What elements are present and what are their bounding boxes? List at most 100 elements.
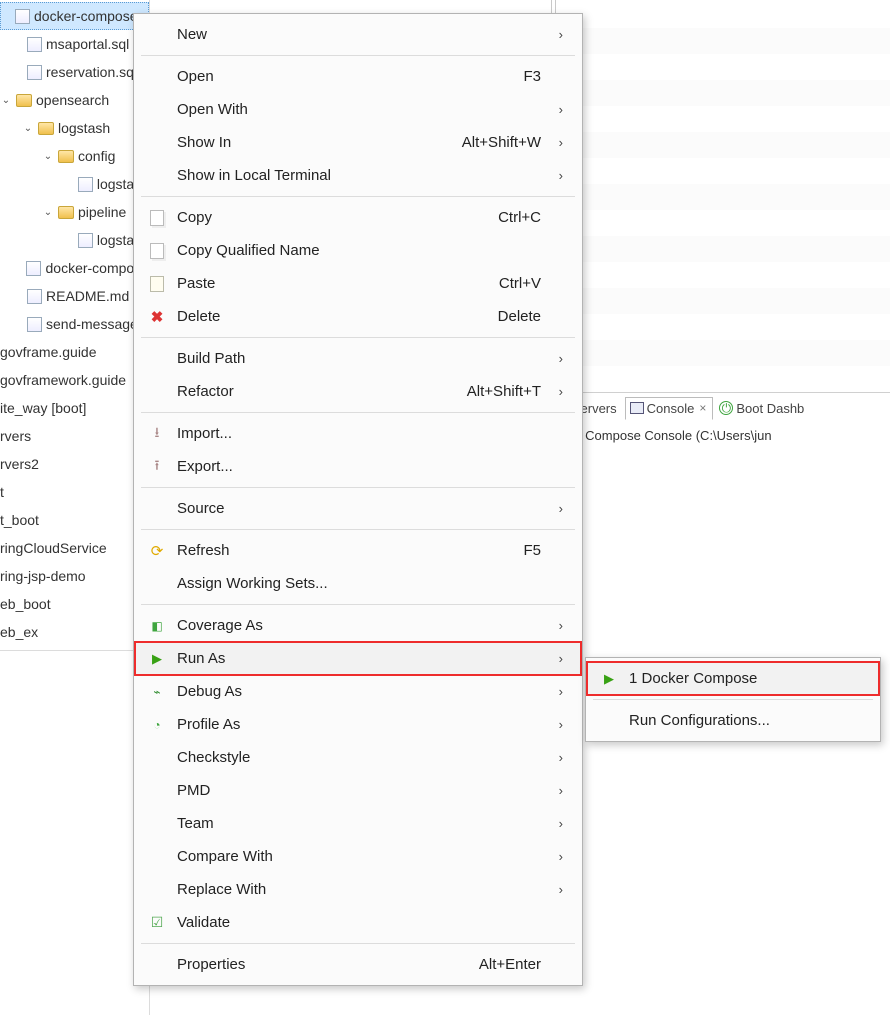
menu-item-openwith[interactable]: Open With› xyxy=(135,93,581,126)
menu-item-validate[interactable]: ☑Validate xyxy=(135,906,581,939)
tree-item[interactable]: ⌄opensearch xyxy=(0,86,149,114)
tree-item[interactable]: ⌄logstash xyxy=(0,114,149,142)
tree-item[interactable]: ⌄ pipeline xyxy=(0,198,149,226)
tree-item-label: t_boot xyxy=(0,512,39,528)
copy-icon xyxy=(147,241,167,261)
file-icon xyxy=(26,316,42,332)
run-as-submenu[interactable]: ▶1 Docker Compose Run Configurations... xyxy=(585,657,881,742)
menu-item-open[interactable]: OpenF3 xyxy=(135,60,581,93)
chevron-down-icon[interactable]: ⌄ xyxy=(0,94,12,106)
tree-item[interactable]: send-message xyxy=(0,310,149,338)
tree-item-label: pipeline xyxy=(78,204,126,220)
console-tabstrip: 🖥 ervers Console × ⏻ Boot Dashb xyxy=(551,393,890,423)
editor-lines xyxy=(551,0,890,366)
menu-item-pmd[interactable]: PMD› xyxy=(135,774,581,807)
delete-icon: ✖ xyxy=(147,307,167,327)
menu-item-import[interactable]: ⭳Import... xyxy=(135,417,581,450)
menu-item-showterm[interactable]: Show in Local Terminal› xyxy=(135,159,581,192)
chevron-right-icon: › xyxy=(551,783,563,798)
run-icon: ▶ xyxy=(599,669,619,689)
tree-item[interactable]: README.md xyxy=(0,282,149,310)
menu-item-coverage[interactable]: ◧Coverage As› xyxy=(135,609,581,642)
tree-item[interactable]: logstash xyxy=(0,170,149,198)
menu-item-label: Export... xyxy=(177,458,233,475)
menu-item-compare[interactable]: Compare With› xyxy=(135,840,581,873)
submenu-item-docker-compose-run[interactable]: ▶1 Docker Compose xyxy=(587,662,879,695)
tree-item-label: reservation.sql xyxy=(46,64,137,80)
tab-console[interactable]: Console × xyxy=(625,397,714,420)
tree-item-label: msaportal.sql xyxy=(46,36,129,52)
menu-item-label: Paste xyxy=(177,275,215,292)
menu-item-new[interactable]: New› xyxy=(135,18,581,51)
tree-item[interactable]: ⌄config xyxy=(0,142,149,170)
chevron-down-icon[interactable]: ⌄ xyxy=(22,122,34,134)
blank-icon xyxy=(147,955,167,975)
blank-icon xyxy=(147,781,167,801)
menu-item-source[interactable]: Source› xyxy=(135,492,581,525)
tree-item[interactable]: reservation.sql xyxy=(0,58,149,86)
paste-icon xyxy=(147,274,167,294)
menu-item-label: Refactor xyxy=(177,383,234,400)
tree-item-label: eb_ex xyxy=(0,624,38,640)
tree-item[interactable]: docker-compose xyxy=(0,254,149,282)
menu-item-accelerator: Ctrl+V xyxy=(499,275,541,292)
chevron-right-icon: › xyxy=(551,849,563,864)
debug-icon: ⌁ xyxy=(147,682,167,702)
blank-icon xyxy=(147,349,167,369)
tree-item-label: eb_boot xyxy=(0,596,51,612)
file-icon xyxy=(78,232,93,248)
tree-item-label: rvers xyxy=(0,428,31,444)
menu-item-replace[interactable]: Replace With› xyxy=(135,873,581,906)
tree-item[interactable]: t xyxy=(0,478,149,506)
tree-item[interactable]: govframe.guide xyxy=(0,338,149,366)
menu-item-accelerator: Delete xyxy=(498,308,541,325)
chevron-down-icon[interactable]: ⌄ xyxy=(42,206,54,218)
menu-item-properties[interactable]: PropertiesAlt+Enter xyxy=(135,948,581,981)
chevron-right-icon: › xyxy=(551,750,563,765)
menu-item-debugas[interactable]: ⌁Debug As› xyxy=(135,675,581,708)
tree-item-label: ring-jsp-demo xyxy=(0,568,86,584)
tree-item[interactable]: ring-jsp-demo xyxy=(0,562,149,590)
menu-item-refactor[interactable]: RefactorAlt+Shift+T› xyxy=(135,375,581,408)
close-icon[interactable]: × xyxy=(699,401,706,415)
menu-item-copyqn[interactable]: Copy Qualified Name xyxy=(135,234,581,267)
menu-item-copy[interactable]: CopyCtrl+C xyxy=(135,201,581,234)
menu-item-refresh[interactable]: ⟳RefreshF5 xyxy=(135,534,581,567)
menu-item-buildpath[interactable]: Build Path› xyxy=(135,342,581,375)
menu-item-export[interactable]: ⭱Export... xyxy=(135,450,581,483)
project-explorer[interactable]: docker-compose.yml msaportal.sql reservati… xyxy=(0,0,150,1015)
tree-item[interactable]: eb_ex xyxy=(0,618,149,646)
chevron-right-icon: › xyxy=(551,717,563,732)
menu-separator xyxy=(593,699,873,700)
menu-item-delete[interactable]: ✖DeleteDelete xyxy=(135,300,581,333)
tree-item[interactable]: govframework.guide xyxy=(0,366,149,394)
tree-item[interactable]: msaportal.sql xyxy=(0,30,149,58)
menu-item-aws[interactable]: Assign Working Sets... xyxy=(135,567,581,600)
chevron-right-icon: › xyxy=(551,816,563,831)
tree-item[interactable]: ringCloudService xyxy=(0,534,149,562)
check-icon: ☑ xyxy=(147,913,167,933)
menu-item-showin[interactable]: Show InAlt+Shift+W› xyxy=(135,126,581,159)
tree-item[interactable]: ite_way [boot] xyxy=(0,394,149,422)
boot-icon: ⏻ xyxy=(719,401,733,415)
menu-item-label: Copy Qualified Name xyxy=(177,242,320,259)
tree-item[interactable]: rvers2 xyxy=(0,450,149,478)
menu-item-paste[interactable]: Paste Ctrl+V xyxy=(135,267,581,300)
tree-item[interactable]: docker-compose.yml xyxy=(0,2,149,30)
tab-boot-dashboard[interactable]: ⏻ Boot Dashb xyxy=(715,398,810,419)
menu-item-runas[interactable]: ▶Run As› xyxy=(135,642,581,675)
context-menu[interactable]: New›OpenF3Open With›Show InAlt+Shift+W›S… xyxy=(133,13,583,986)
blank-icon xyxy=(147,880,167,900)
menu-item-profileas[interactable]: ◔Profile As› xyxy=(135,708,581,741)
menu-item-team[interactable]: Team› xyxy=(135,807,581,840)
chevron-down-icon[interactable]: ⌄ xyxy=(42,150,54,162)
console-icon xyxy=(630,402,644,414)
tree-item[interactable]: eb_boot xyxy=(0,590,149,618)
folder-open-icon xyxy=(38,120,54,136)
tree-item[interactable]: rvers xyxy=(0,422,149,450)
submenu-item-run-configs[interactable]: Run Configurations... xyxy=(587,704,879,737)
tree-item[interactable]: t_boot xyxy=(0,506,149,534)
tree-item[interactable]: logstash xyxy=(0,226,149,254)
menu-item-checkstyle[interactable]: Checkstyle› xyxy=(135,741,581,774)
menu-item-label: Copy xyxy=(177,209,212,226)
